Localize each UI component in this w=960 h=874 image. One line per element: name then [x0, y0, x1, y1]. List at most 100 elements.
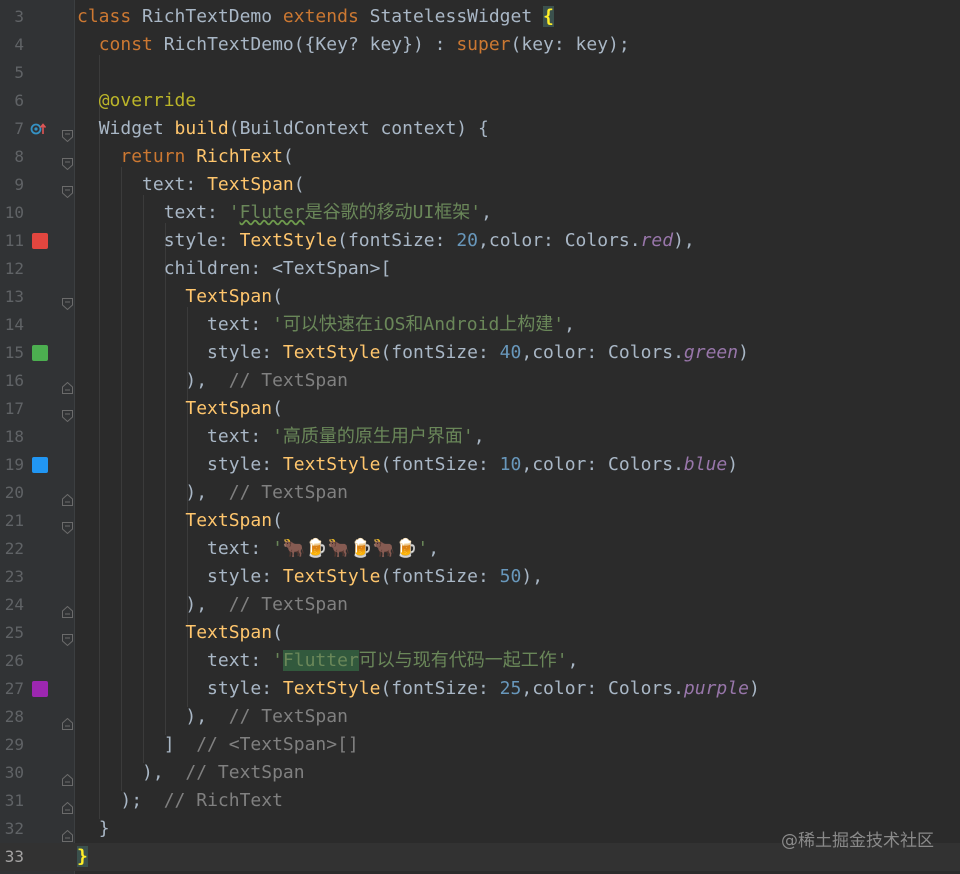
line-number[interactable]: 13 [0, 283, 24, 311]
code-text: style: TextStyle(fontSize: 20,color: Col… [77, 227, 695, 255]
code-line-11[interactable]: 11 style: TextStyle(fontSize: 20,color: … [0, 227, 960, 255]
line-number[interactable]: 9 [0, 171, 24, 199]
code-line-29[interactable]: 29 ] // <TextSpan>[] [0, 731, 960, 759]
code-line-21[interactable]: 21 TextSpan( [0, 507, 960, 535]
line-number[interactable]: 19 [0, 451, 24, 479]
line-number[interactable]: 15 [0, 339, 24, 367]
code-line-3[interactable]: 3 class RichTextDemo extends StatelessWid… [0, 3, 960, 31]
code-token: // <TextSpan>[] [196, 734, 359, 755]
code-line-30[interactable]: 30 ), // TextSpan [0, 759, 960, 787]
line-number[interactable]: 8 [0, 143, 24, 171]
code-token: ) [748, 678, 760, 699]
fold-open-icon[interactable] [62, 179, 73, 199]
code-line-23[interactable]: 23 style: TextStyle(fontSize: 50), [0, 563, 960, 591]
code-line-5[interactable]: 5 [0, 59, 960, 87]
line-number[interactable]: 31 [0, 787, 24, 815]
code-line-25[interactable]: 25 TextSpan( [0, 619, 960, 647]
line-number[interactable]: 20 [0, 479, 24, 507]
fold-open-icon[interactable] [62, 123, 73, 143]
code-line-31[interactable]: 31 ); // RichText [0, 787, 960, 815]
code-line-22[interactable]: 22 text: '🐂🍺🐂🍺🐂🍺', [0, 535, 960, 563]
code-token: TextSpan [185, 510, 273, 531]
code-token: text: [207, 538, 273, 559]
code-line-19[interactable]: 19 style: TextStyle(fontSize: 10,color: … [0, 451, 960, 479]
line-number[interactable]: 3 [0, 3, 24, 31]
line-number[interactable]: 23 [0, 563, 24, 591]
fold-open-icon[interactable] [62, 403, 73, 423]
fold-close-icon[interactable] [62, 795, 73, 814]
code-token: RichTextDemo [142, 6, 283, 27]
line-number[interactable]: 28 [0, 703, 24, 731]
line-number[interactable]: 25 [0, 619, 24, 647]
code-text: text: 'Fluter是谷歌的移动UI框架', [77, 199, 492, 227]
line-number[interactable]: 22 [0, 535, 24, 563]
code-token: ); [120, 790, 164, 811]
code-line-20[interactable]: 20 ), // TextSpan [0, 479, 960, 507]
fold-close-icon[interactable] [62, 599, 73, 618]
code-text: ), // TextSpan [77, 367, 348, 395]
code-line-24[interactable]: 24 ), // TextSpan [0, 591, 960, 619]
fold-close-icon[interactable] [62, 823, 73, 842]
line-number[interactable]: 33 [0, 843, 24, 871]
line-number[interactable]: 10 [0, 199, 24, 227]
line-number[interactable]: 32 [0, 815, 24, 843]
line-number[interactable]: 17 [0, 395, 24, 423]
line-number[interactable]: 21 [0, 507, 24, 535]
line-number[interactable]: 5 [0, 59, 24, 87]
color-swatch-icon[interactable] [32, 457, 48, 473]
line-number[interactable]: 16 [0, 367, 24, 395]
line-number[interactable]: 14 [0, 311, 24, 339]
code-token: // TextSpan [185, 762, 305, 783]
code-line-26[interactable]: 26 text: 'Flutter可以与现有代码一起工作', [0, 647, 960, 675]
code-editor[interactable]: 3 class RichTextDemo extends StatelessWid… [0, 0, 960, 874]
fold-open-icon[interactable] [62, 291, 73, 311]
code-line-12[interactable]: 12 children: <TextSpan>[ [0, 255, 960, 283]
line-number[interactable]: 12 [0, 255, 24, 283]
fold-close-icon[interactable] [62, 487, 73, 506]
line-number[interactable]: 29 [0, 731, 24, 759]
code-line-4[interactable]: 4 const RichTextDemo({Key? key}) : super… [0, 31, 960, 59]
line-number[interactable]: 6 [0, 87, 24, 115]
fold-close-icon[interactable] [62, 375, 73, 394]
color-swatch-icon[interactable] [32, 345, 48, 361]
override-method-icon[interactable] [30, 122, 47, 136]
code-line-14[interactable]: 14 text: '可以快速在iOS和Android上构建', [0, 311, 960, 339]
code-line-27[interactable]: 27 style: TextStyle(fontSize: 25,color: … [0, 675, 960, 703]
line-number[interactable]: 18 [0, 423, 24, 451]
code-token: TextStyle [282, 566, 381, 587]
code-token: // TextSpan [228, 706, 348, 727]
code-line-15[interactable]: 15 style: TextStyle(fontSize: 40,color: … [0, 339, 960, 367]
code-line-9[interactable]: 9 text: TextSpan( [0, 171, 960, 199]
fold-close-icon[interactable] [62, 711, 73, 730]
code-token: (fontSize: [380, 566, 500, 587]
code-line-28[interactable]: 28 ), // TextSpan [0, 703, 960, 731]
code-token: } [77, 846, 88, 867]
code-line-18[interactable]: 18 text: '高质量的原生用户界面', [0, 423, 960, 451]
color-swatch-icon[interactable] [32, 233, 48, 249]
fold-open-icon[interactable] [62, 151, 73, 171]
color-swatch-icon[interactable] [32, 681, 48, 697]
code-line-8[interactable]: 8 return RichText( [0, 143, 960, 171]
fold-open-icon[interactable] [62, 515, 73, 535]
code-line-7[interactable]: 7 Widget build(BuildContext context) { [0, 115, 960, 143]
code-token: red [640, 230, 674, 251]
code-line-13[interactable]: 13 TextSpan( [0, 283, 960, 311]
code-text: text: '高质量的原生用户界面', [77, 423, 485, 451]
line-number[interactable]: 30 [0, 759, 24, 787]
code-token: 是谷歌的移动UI框架' [304, 202, 482, 223]
code-text: return RichText( [77, 143, 294, 171]
code-token: { [543, 6, 554, 27]
code-line-10[interactable]: 10 text: 'Fluter是谷歌的移动UI框架', [0, 199, 960, 227]
fold-close-icon[interactable] [62, 767, 73, 786]
line-number[interactable]: 11 [0, 227, 24, 255]
code-line-6[interactable]: 6 @override [0, 87, 960, 115]
code-token: ( [282, 146, 294, 167]
code-line-16[interactable]: 16 ), // TextSpan [0, 367, 960, 395]
code-line-17[interactable]: 17 TextSpan( [0, 395, 960, 423]
line-number[interactable]: 4 [0, 31, 24, 59]
fold-open-icon[interactable] [62, 627, 73, 647]
line-number[interactable]: 26 [0, 647, 24, 675]
line-number[interactable]: 7 [0, 115, 24, 143]
line-number[interactable]: 24 [0, 591, 24, 619]
line-number[interactable]: 27 [0, 675, 24, 703]
